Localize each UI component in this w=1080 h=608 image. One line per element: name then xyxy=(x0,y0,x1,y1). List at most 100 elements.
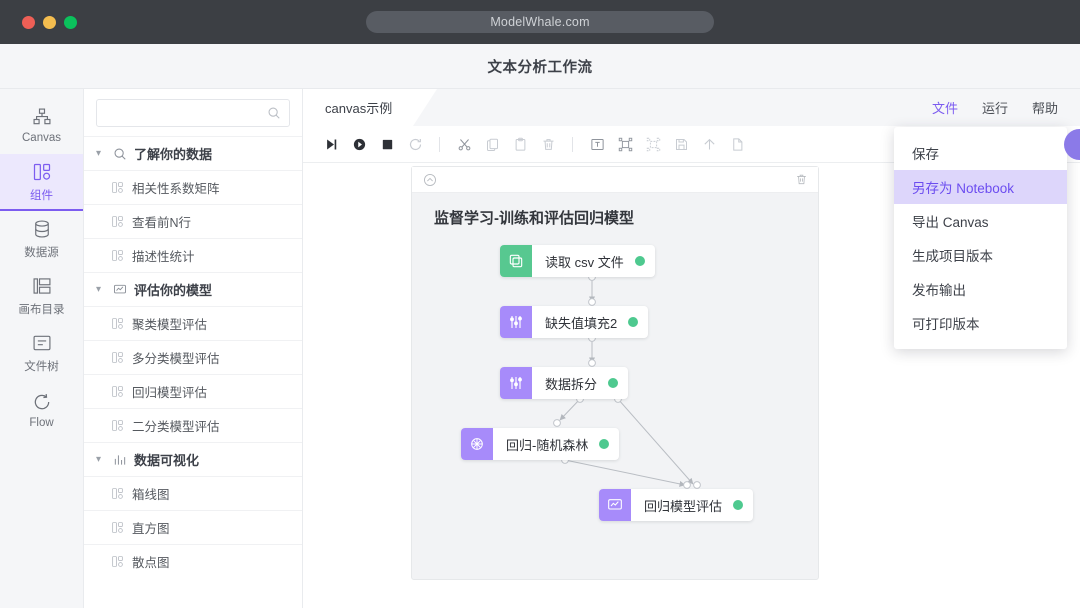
magnifier-icon xyxy=(113,147,127,161)
rail-label-flow: Flow xyxy=(29,417,54,429)
rail-label-canvas-directory: 画布目录 xyxy=(18,304,65,316)
tree-item-label: 二分类模型评估 xyxy=(132,420,220,434)
cut-icon[interactable] xyxy=(450,130,478,158)
file-tree-icon xyxy=(32,333,52,353)
delete-icon[interactable] xyxy=(534,130,562,158)
tree-group-label: 数据可视化 xyxy=(134,453,200,468)
tab-canvas-example[interactable]: canvas示例 xyxy=(303,89,437,126)
rail-item-file-tree[interactable]: 文件树 xyxy=(0,325,83,382)
new-file-icon[interactable] xyxy=(723,130,751,158)
sliders-icon xyxy=(500,306,532,338)
menu-file[interactable]: 文件 xyxy=(932,98,958,117)
tree-group-evaluate-model[interactable]: ▾ 评估你的模型 xyxy=(84,272,302,306)
save-canvas-icon[interactable] xyxy=(667,130,695,158)
browser-titlebar: ModelWhale.com xyxy=(0,0,1080,44)
menu-item-printable-version[interactable]: 可打印版本 xyxy=(894,306,1067,340)
tree-group-visualization[interactable]: ▾ 数据可视化 xyxy=(84,442,302,476)
tree-item-scatterplot[interactable]: 散点图 xyxy=(84,544,302,578)
flow-node-label: 数据拆分 xyxy=(545,376,598,392)
menu-bar: 文件 运行 帮助 xyxy=(932,89,1058,126)
rail-item-datasource[interactable]: 数据源 xyxy=(0,211,83,268)
status-badge xyxy=(599,439,610,449)
menu-item-export-canvas[interactable]: 导出 Canvas xyxy=(894,204,1067,238)
flow-node-random-forest[interactable]: 回归-随机森林 xyxy=(461,428,620,460)
flow-node-missing-fill[interactable]: 缺失值填充2 xyxy=(500,306,649,338)
tree-group-label: 评估你的模型 xyxy=(134,283,213,298)
menu-item-publish-output[interactable]: 发布输出 xyxy=(894,272,1067,306)
upload-icon[interactable] xyxy=(695,130,723,158)
component-icon xyxy=(111,215,124,228)
flow-node-label: 回归模型评估 xyxy=(644,498,723,514)
toolbar-divider xyxy=(439,136,440,152)
tree-item-binary-eval[interactable]: 二分类模型评估 xyxy=(84,408,302,442)
app-header: 文本分析工作流 xyxy=(0,44,1080,89)
menu-item-create-project-version[interactable]: 生成项目版本 xyxy=(894,238,1067,272)
component-icon xyxy=(111,351,124,364)
run-icon[interactable] xyxy=(345,130,373,158)
rail-label-file-tree: 文件树 xyxy=(24,361,59,373)
menu-help[interactable]: 帮助 xyxy=(1032,98,1058,117)
chevron-down-icon: ▾ xyxy=(96,454,102,465)
tree-group-understand-data[interactable]: ▾ 了解你的数据 xyxy=(84,136,302,170)
traffic-lights xyxy=(22,15,77,29)
copy-icon[interactable] xyxy=(478,130,506,158)
menu-item-label: 保存 xyxy=(912,147,939,162)
close-window-button[interactable] xyxy=(22,15,35,29)
search-box[interactable] xyxy=(96,99,290,127)
minimize-window-button[interactable] xyxy=(43,15,56,29)
flow-node-data-split[interactable]: 数据拆分 xyxy=(500,367,629,399)
component-icon xyxy=(111,555,124,568)
chevron-down-icon: ▾ xyxy=(96,284,102,295)
flow-node-label: 缺失值填充2 xyxy=(545,315,618,331)
bar-chart-icon xyxy=(113,453,127,467)
status-badge xyxy=(628,317,639,327)
menu-item-save[interactable]: 保存 xyxy=(894,136,1067,170)
tree-item-boxplot[interactable]: 箱线图 xyxy=(84,476,302,510)
flow-node-read-csv[interactable]: 读取 csv 文件 xyxy=(500,245,655,277)
tree-item-label: 散点图 xyxy=(132,556,170,570)
paste-icon[interactable] xyxy=(506,130,534,158)
tree-item-label: 查看前N行 xyxy=(132,216,192,230)
chart-monitor-icon xyxy=(113,283,127,297)
menu-run[interactable]: 运行 xyxy=(982,98,1008,117)
status-badge xyxy=(608,378,619,388)
rail-item-canvas[interactable]: Canvas xyxy=(0,97,83,154)
tree-item-regression-eval[interactable]: 回归模型评估 xyxy=(84,374,302,408)
url-bar[interactable]: ModelWhale.com xyxy=(366,11,714,33)
component-icon xyxy=(111,521,124,534)
rail-label-datasource: 数据源 xyxy=(24,247,59,259)
rail-item-components[interactable]: 组件 xyxy=(0,154,83,211)
rail-item-canvas-directory[interactable]: 画布目录 xyxy=(0,268,83,325)
tree-item-label: 回归模型评估 xyxy=(132,386,208,400)
canvas-group-card[interactable]: 监督学习-训练和评估回归模型 读取 csv 文件 缺失值填充2 数据拆分 回归-… xyxy=(411,166,819,580)
text-box-icon[interactable] xyxy=(583,130,611,158)
tree-item-descriptive-stats[interactable]: 描述性统计 xyxy=(84,238,302,272)
tree-item-head-n-rows[interactable]: 查看前N行 xyxy=(84,204,302,238)
restart-icon[interactable] xyxy=(401,130,429,158)
component-tree: ▾ 了解你的数据 相关性系数矩阵 查看前N行 描述性统计 ▾ 评估你的模型 聚类… xyxy=(84,136,302,608)
menu-item-save-as-notebook[interactable]: 另存为 Notebook xyxy=(894,128,1080,204)
tab-label: canvas示例 xyxy=(325,101,393,116)
search-icon xyxy=(267,106,281,120)
tree-item-correlation-matrix[interactable]: 相关性系数矩阵 xyxy=(84,170,302,204)
menu-item-label: 可打印版本 xyxy=(912,317,980,332)
tree-item-label: 箱线图 xyxy=(132,488,170,502)
rail-item-flow[interactable]: Flow xyxy=(0,382,83,439)
flow-node-regression-eval[interactable]: 回归模型评估 xyxy=(599,489,754,521)
step-forward-icon[interactable] xyxy=(317,130,345,158)
tree-item-cluster-eval[interactable]: 聚类模型评估 xyxy=(84,306,302,340)
maximize-window-button[interactable] xyxy=(64,15,77,29)
ungroup-icon[interactable] xyxy=(639,130,667,158)
tree-item-histogram[interactable]: 直方图 xyxy=(84,510,302,544)
canvas-directory-icon xyxy=(32,276,52,296)
stop-icon[interactable] xyxy=(373,130,401,158)
search-input[interactable] xyxy=(105,106,267,120)
tree-group-label: 了解你的数据 xyxy=(134,147,213,162)
status-badge xyxy=(733,500,744,510)
group-icon[interactable] xyxy=(611,130,639,158)
component-icon xyxy=(111,419,124,432)
menu-item-label: 导出 Canvas xyxy=(912,215,989,230)
main-area: canvas示例 文件 运行 帮助 监督学习-训练和评估回归模型 读取 csv … xyxy=(303,89,1080,608)
tree-item-label: 直方图 xyxy=(132,522,170,536)
tree-item-multiclass-eval[interactable]: 多分类模型评估 xyxy=(84,340,302,374)
